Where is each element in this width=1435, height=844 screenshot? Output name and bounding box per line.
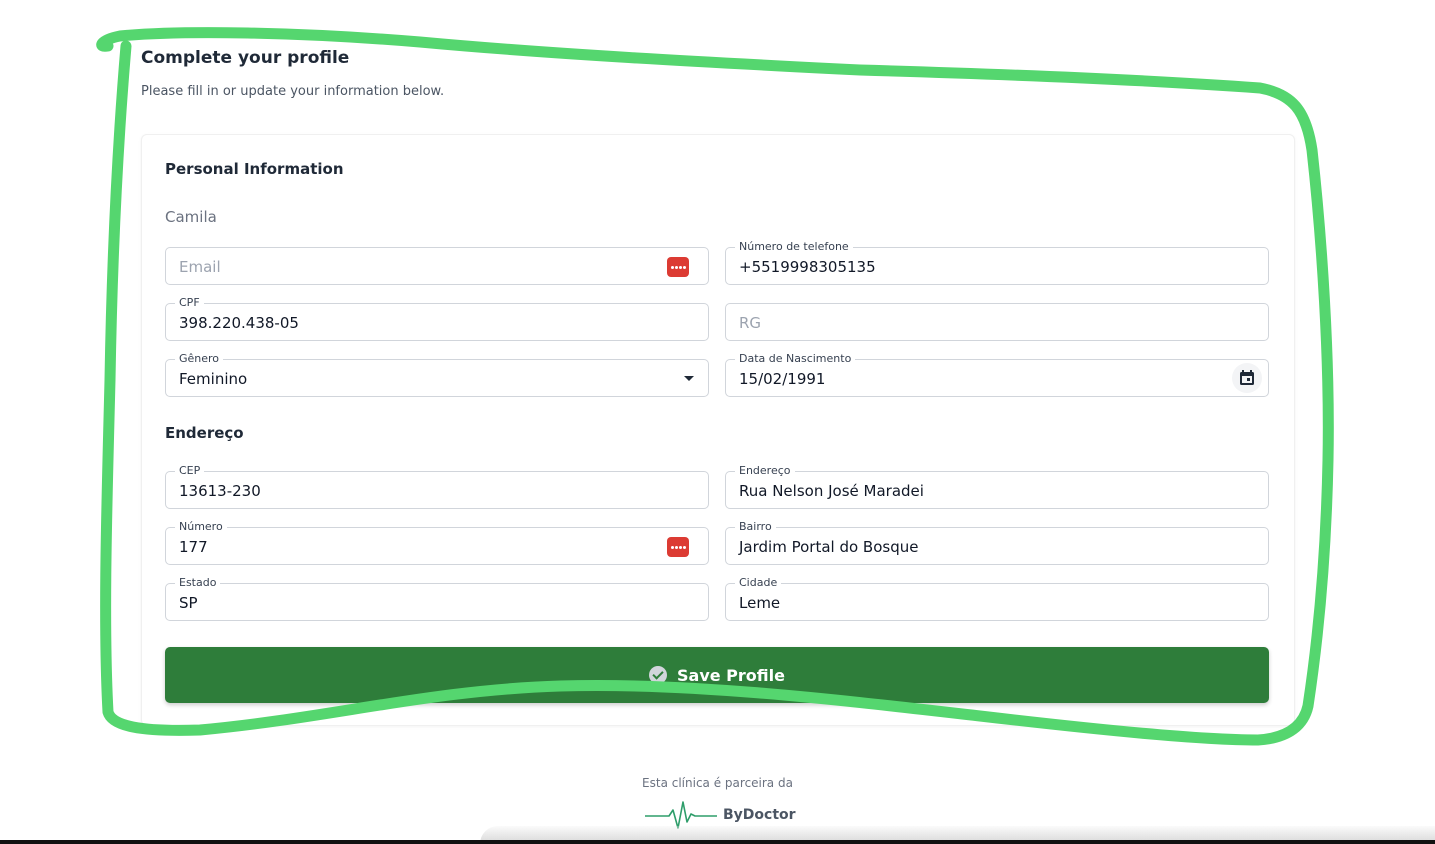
password-manager-icon[interactable] xyxy=(667,257,689,277)
calendar-icon xyxy=(1240,370,1254,385)
birthdate-value: 15/02/1991 xyxy=(739,370,826,388)
number-value: 177 xyxy=(179,538,208,556)
neighborhood-value: Jardim Portal do Bosque xyxy=(739,538,919,556)
save-profile-button[interactable]: Save Profile xyxy=(165,647,1269,703)
cep-field[interactable]: CEP 13613-230 xyxy=(165,464,709,509)
profile-card xyxy=(141,134,1295,726)
number-label: Número xyxy=(175,520,227,534)
city-label: Cidade xyxy=(735,576,782,590)
partner-text: Esta clínica é parceira da xyxy=(642,776,793,790)
gender-select[interactable]: Gênero Feminino xyxy=(165,352,709,397)
birthdate-label: Data de Nascimento xyxy=(735,352,856,366)
save-profile-label: Save Profile xyxy=(677,665,785,685)
street-label: Endereço xyxy=(735,464,795,478)
number-field[interactable]: Número 177 xyxy=(165,520,709,565)
street-field[interactable]: Endereço Rua Nelson José Maradei xyxy=(725,464,1269,509)
state-value: SP xyxy=(179,594,198,612)
check-circle-icon xyxy=(649,666,667,684)
neighborhood-label: Bairro xyxy=(735,520,776,534)
email-placeholder: Email xyxy=(179,258,221,276)
email-field[interactable]: Email xyxy=(165,247,709,285)
state-label: Estado xyxy=(175,576,221,590)
phone-field[interactable]: Número de telefone +5519998305135 xyxy=(725,240,1269,285)
cep-label: CEP xyxy=(175,464,205,478)
page-title: Complete your profile xyxy=(141,48,350,68)
page-subtitle: Please fill in or update your informatio… xyxy=(141,84,445,99)
user-name: Camila xyxy=(165,208,217,226)
calendar-button[interactable] xyxy=(1232,363,1262,393)
password-manager-icon[interactable] xyxy=(667,537,689,557)
rg-placeholder: RG xyxy=(739,314,762,332)
cep-value: 13613-230 xyxy=(179,482,261,500)
neighborhood-field[interactable]: Bairro Jardim Portal do Bosque xyxy=(725,520,1269,565)
chevron-down-icon xyxy=(684,376,694,381)
street-value: Rua Nelson José Maradei xyxy=(739,482,924,500)
phone-label: Número de telefone xyxy=(735,240,853,254)
brand-name: ByDoctor xyxy=(723,807,796,823)
city-value: Leme xyxy=(739,594,781,612)
rg-field[interactable]: RG xyxy=(725,303,1269,341)
gender-value: Feminino xyxy=(179,370,248,388)
birthdate-field[interactable]: Data de Nascimento 15/02/1991 xyxy=(725,352,1269,397)
state-field[interactable]: Estado SP xyxy=(165,576,709,621)
cpf-label: CPF xyxy=(175,296,204,310)
gender-label: Gênero xyxy=(175,352,224,366)
address-section-title: Endereço xyxy=(165,424,244,442)
screen-edge xyxy=(0,840,1435,844)
profile-page: Complete your profile Please fill in or … xyxy=(0,0,1435,844)
phone-value: +5519998305135 xyxy=(739,258,876,276)
personal-info-title: Personal Information xyxy=(165,160,344,178)
cpf-value: 398.220.438-05 xyxy=(179,314,299,332)
cpf-field[interactable]: CPF 398.220.438-05 xyxy=(165,296,709,341)
city-field[interactable]: Cidade Leme xyxy=(725,576,1269,621)
